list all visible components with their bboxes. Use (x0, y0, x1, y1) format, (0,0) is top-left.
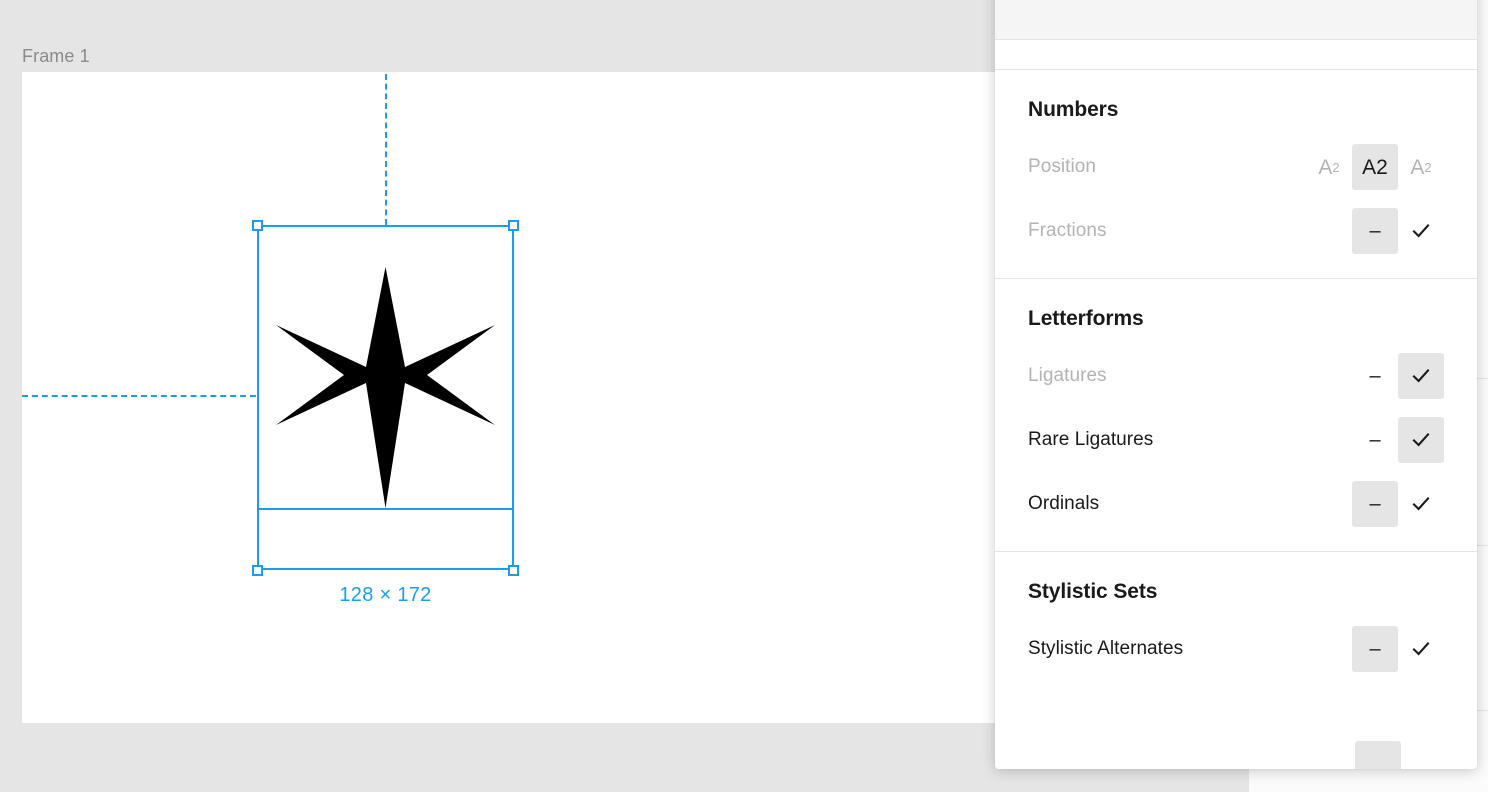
popover-section: Letterforms Ligatures – Rare Ligatures – Ordi… (995, 279, 1477, 552)
ligatures-on-option[interactable] (1398, 353, 1444, 399)
alignment-guide-horizontal (22, 395, 256, 397)
option-group: – (1352, 417, 1444, 463)
check-icon (1412, 642, 1430, 656)
glyph-label: A2 (1362, 155, 1388, 179)
property-label: Rare Ligatures (1028, 429, 1154, 450)
ordinals-on-option[interactable] (1398, 481, 1444, 527)
figma-editor-window: Frame 1 128 × 172 Numbers Position A 2 A2 A 2 F… (0, 0, 1488, 792)
selection-baseline-guide (257, 508, 514, 510)
selection-bounding-box (257, 225, 514, 570)
position-subscript-option[interactable]: A2 (1306, 144, 1352, 190)
glyph-label: A (1410, 155, 1425, 179)
check-icon (1412, 433, 1430, 447)
popover-subheader (995, 40, 1477, 70)
glyph-superscript: 2 (1424, 159, 1432, 175)
stylistic-alternates-off-option[interactable]: – (1352, 626, 1398, 672)
type-details-popover[interactable]: Numbers Position A 2 A2 A 2 Fractions – Letterfor… (995, 0, 1477, 769)
dash-glyph: – (1369, 638, 1381, 660)
property-row: Stylistic Alternates – (1028, 626, 1444, 672)
fractions-off-option[interactable]: – (1352, 208, 1398, 254)
property-label: Stylistic Alternates (1028, 638, 1184, 659)
dash-glyph: – (1369, 220, 1381, 242)
property-label: Position (1028, 156, 1096, 177)
selection-dimension-label[interactable]: 128 × 172 (257, 584, 514, 607)
popover-section: Stylistic Sets Stylistic Alternates – (995, 552, 1477, 696)
option-group: – (1352, 208, 1444, 254)
frame-label[interactable]: Frame 1 (22, 46, 90, 67)
property-label: Ligatures (1028, 365, 1107, 386)
resize-handle-top-left[interactable] (252, 220, 263, 231)
dash-glyph: – (1369, 493, 1381, 515)
resize-handle-bottom-left[interactable] (252, 565, 263, 576)
glyph-subscript: 2 (1332, 159, 1340, 175)
fractions-on-option[interactable] (1398, 208, 1444, 254)
option-group: A 2 A2 A 2 (1306, 144, 1444, 190)
check-icon (1412, 369, 1430, 383)
resize-handle-top-right[interactable] (508, 220, 519, 231)
property-row: Ordinals – (1028, 481, 1444, 527)
property-label: Fractions (1028, 220, 1107, 241)
dash-glyph: – (1369, 365, 1381, 387)
property-label: Ordinals (1028, 493, 1100, 514)
option-group: – (1352, 481, 1444, 527)
property-row: Fractions – (1028, 208, 1444, 254)
popover-header (995, 0, 1477, 40)
alignment-guide-vertical (385, 74, 387, 225)
option-group: – (1352, 626, 1444, 672)
clipped-option-button[interactable] (1355, 741, 1401, 769)
section-title: Numbers (1028, 98, 1119, 121)
ordinals-off-option[interactable]: – (1352, 481, 1398, 527)
glyph-label: A (1318, 155, 1333, 179)
popover-sections: Numbers Position A 2 A2 A 2 Fractions – Letterfor… (995, 70, 1477, 696)
popover-section: Numbers Position A 2 A2 A 2 Fractions – (995, 70, 1477, 279)
property-row: Position A 2 A2 A 2 (1028, 144, 1444, 190)
resize-handle-bottom-right[interactable] (508, 565, 519, 576)
position-normal-option[interactable]: A2 (1352, 144, 1398, 190)
section-title: Stylistic Sets (1028, 580, 1158, 603)
dash-glyph: – (1369, 429, 1381, 451)
ligatures-off-option[interactable]: – (1352, 353, 1398, 399)
check-icon (1412, 224, 1430, 238)
stylistic-alternates-on-option[interactable] (1398, 626, 1444, 672)
section-title: Letterforms (1028, 307, 1144, 330)
property-row: Ligatures – (1028, 353, 1444, 399)
property-row: Rare Ligatures – (1028, 417, 1444, 463)
rare-ligatures-on-option[interactable] (1398, 417, 1444, 463)
option-group: – (1352, 353, 1444, 399)
position-superscript-option[interactable]: A2 (1398, 144, 1444, 190)
check-icon (1412, 497, 1430, 511)
rare-ligatures-off-option[interactable]: – (1352, 417, 1398, 463)
